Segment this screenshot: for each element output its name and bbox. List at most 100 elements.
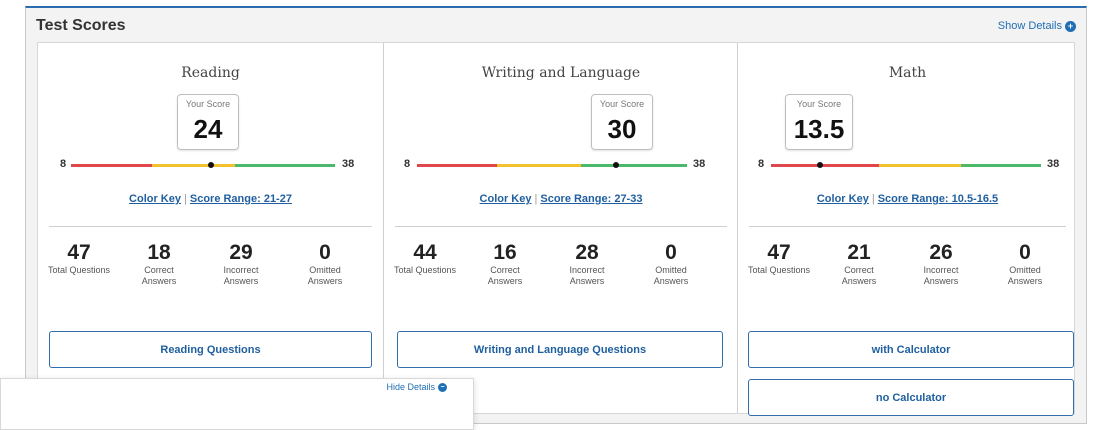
scale-green-segment [235, 164, 335, 167]
stat-incorrect-answers: 29 Incorrect Answers [200, 241, 282, 287]
stat-value: 47 [67, 241, 91, 264]
stat-caption: Total Questions [747, 265, 811, 275]
color-key-link[interactable]: Color Key [129, 193, 181, 205]
stat-caption: Omitted Answers [1007, 265, 1043, 286]
stat-omitted-answers: 0 Omitted Answers [630, 241, 712, 287]
stat-caption: Omitted Answers [653, 265, 689, 286]
section-reading: Reading Your Score 24 8 38 Color Key | Sco… [38, 43, 383, 413]
stat-omitted-answers: 0 Omitted Answers [984, 241, 1066, 287]
scale-yellow-segment [152, 164, 235, 167]
stat-value: 16 [493, 241, 517, 264]
stat-caption: Correct Answers [487, 265, 523, 286]
stat-caption: Total Questions [393, 265, 457, 275]
stat-caption: Incorrect Answers [569, 265, 605, 286]
stat-caption: Total Questions [47, 265, 111, 275]
panel-title: Test Scores [36, 17, 126, 34]
score-marker [208, 162, 214, 168]
reading-questions-button[interactable]: Reading Questions [49, 331, 372, 368]
stat-caption: Incorrect Answers [923, 265, 959, 286]
scale-min: 8 [758, 158, 765, 170]
show-details-label: Show Details [997, 20, 1062, 32]
scale-max: 38 [1047, 158, 1060, 170]
hide-details-link[interactable]: Hide Details − [386, 382, 447, 392]
score-value: 30 [607, 114, 637, 144]
stat-value: 0 [319, 241, 331, 264]
stat-incorrect-answers: 26 Incorrect Answers [900, 241, 982, 287]
stat-incorrect-answers: 28 Incorrect Answers [546, 241, 628, 287]
stat-value: 21 [847, 241, 871, 264]
no-calculator-button[interactable]: no Calculator [748, 379, 1074, 416]
stat-value: 47 [767, 241, 791, 264]
show-details-link[interactable]: Show Details + [998, 20, 1076, 32]
stat-total-questions: 44 Total Questions [384, 241, 466, 276]
stat-correct-answers: 18 Correct Answers [118, 241, 200, 287]
score-label: Your Score [185, 99, 231, 109]
link-separator: | [184, 193, 187, 205]
stat-caption: Correct Answers [841, 265, 877, 286]
divider [395, 226, 727, 227]
color-key-link[interactable]: Color Key [817, 193, 869, 205]
scale-max: 38 [693, 158, 706, 170]
stat-value: 0 [1019, 241, 1031, 264]
stat-value: 28 [575, 241, 599, 264]
scale-yellow-segment [879, 164, 961, 167]
score-value: 24 [193, 114, 223, 144]
stat-caption: Omitted Answers [307, 265, 343, 286]
stat-total-questions: 47 Total Questions [38, 241, 120, 276]
stat-correct-answers: 21 Correct Answers [818, 241, 900, 287]
stat-value: 18 [147, 241, 171, 264]
stat-caption: Correct Answers [141, 265, 177, 286]
minus-circle-icon: − [438, 382, 447, 392]
scale-red-segment [417, 164, 497, 167]
score-scale [417, 162, 687, 168]
stat-value: 26 [929, 241, 953, 264]
test-scores-panel: Test Scores Show Details + Reading Your … [25, 6, 1087, 424]
score-scale [71, 162, 335, 168]
link-separator: | [871, 193, 875, 205]
divider [749, 226, 1066, 227]
section-title: Math [888, 65, 927, 81]
panel-body: Reading Your Score 24 8 38 Color Key | Sco… [37, 42, 1077, 416]
scale-min: 8 [60, 158, 67, 170]
score-range-link[interactable]: Score Range: 27-33 [540, 193, 642, 205]
score-range-link[interactable]: Score Range: 10.5-16.5 [878, 193, 998, 205]
color-key-link[interactable]: Color Key [480, 193, 532, 205]
stats-row: 47 Total Questions 18 Correct Answers 29… [38, 241, 383, 301]
stats-row: 47 Total Questions 21 Correct Answers 26… [738, 241, 1077, 301]
with-calculator-button[interactable]: with Calculator [748, 331, 1074, 368]
scale-yellow-segment [497, 164, 581, 167]
stat-value: 44 [413, 241, 437, 264]
stat-value: 29 [229, 241, 253, 264]
stat-total-questions: 47 Total Questions [738, 241, 820, 276]
stat-correct-answers: 16 Correct Answers [464, 241, 546, 287]
divider [49, 226, 372, 227]
score-links: Color Key | Score Range: 27-33 [384, 193, 738, 205]
section-math: Math Your Score 13.5 8 38 Color Key | Scor… [737, 43, 1077, 416]
score-label: Your Score [796, 99, 842, 109]
scale-min: 8 [404, 158, 411, 170]
link-separator: | [534, 193, 538, 205]
panel-header: Test Scores Show Details + [26, 8, 1086, 42]
score-label: Your Score [599, 99, 645, 109]
section-title: Reading [181, 65, 240, 81]
scale-red-segment [771, 164, 879, 167]
stat-caption: Incorrect Answers [223, 265, 259, 286]
score-links: Color Key | Score Range: 21-27 [38, 193, 383, 205]
score-box: Your Score 30 [591, 94, 653, 150]
score-range-link[interactable]: Score Range: 21-27 [190, 193, 292, 205]
score-box: Your Score 24 [177, 94, 239, 150]
scale-green-segment [961, 164, 1041, 167]
section-writing-language: Writing and Language Your Score 30 8 38 … [383, 43, 738, 413]
details-popup: Hide Details − [0, 378, 474, 430]
scale-green-segment [581, 164, 687, 167]
score-links: Color Key | Score Range: 10.5-16.5 [738, 193, 1077, 205]
scale-red-segment [71, 164, 152, 167]
writing-language-questions-button[interactable]: Writing and Language Questions [397, 331, 723, 368]
stat-value: 0 [665, 241, 677, 264]
stat-omitted-answers: 0 Omitted Answers [284, 241, 366, 287]
score-value: 13.5 [793, 114, 845, 144]
section-title: Writing and Language [481, 65, 641, 81]
score-marker [817, 162, 823, 168]
score-marker [613, 162, 619, 168]
score-scale [771, 162, 1041, 168]
